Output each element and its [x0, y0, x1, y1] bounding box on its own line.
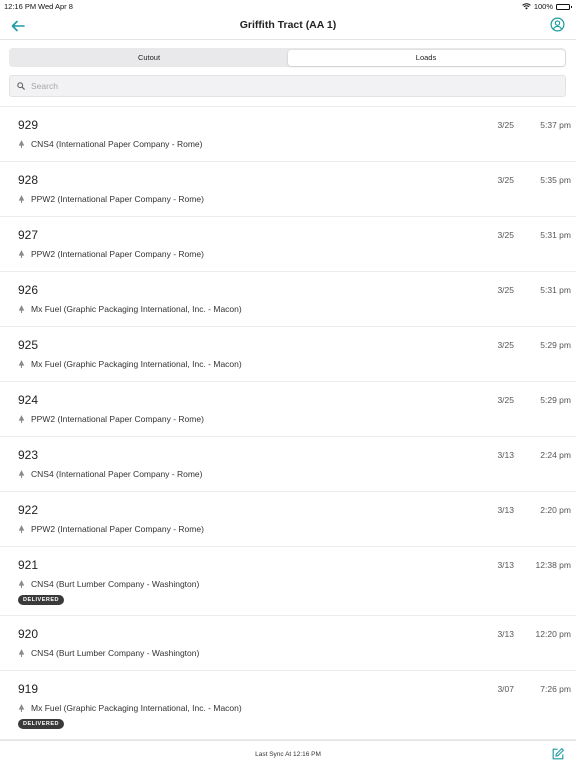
load-date: 3/13: [497, 629, 514, 639]
status-badge: DELIVERED: [18, 719, 64, 729]
wifi-icon: [522, 3, 531, 10]
search-icon: [17, 82, 25, 90]
load-row[interactable]: 920 3/13 12:20 pm CNS4 (Burt Lumber Company…: [0, 616, 576, 671]
search-bar: [9, 75, 566, 97]
load-product-label: CNS4 (Burt Lumber Company - Washington): [31, 579, 200, 589]
tree-icon: [18, 704, 25, 712]
load-product: PPW2 (International Paper Company - Rome…: [18, 524, 204, 534]
battery-percent: 100%: [533, 2, 553, 11]
load-time: 5:31 pm: [540, 230, 571, 240]
load-row[interactable]: 929 3/25 5:37 pm CNS4 (International Paper …: [0, 107, 576, 162]
status-time: 12:16 PM: [4, 2, 37, 11]
load-row[interactable]: 926 3/25 5:31 pm Mx Fuel (Graphic Packaging…: [0, 272, 576, 327]
load-product: Mx Fuel (Graphic Packaging International…: [18, 304, 242, 314]
load-product-label: Mx Fuel (Graphic Packaging International…: [31, 359, 242, 369]
load-number: 924: [18, 393, 39, 407]
load-product-label: PPW2 (International Paper Company - Rome…: [31, 414, 204, 424]
load-number: 922: [18, 503, 39, 517]
tab-loads[interactable]: Loads: [287, 49, 565, 66]
load-number: 921: [18, 558, 39, 572]
load-product-label: CNS4 (Burt Lumber Company - Washington): [31, 648, 200, 658]
battery-icon: [556, 3, 572, 10]
compose-icon[interactable]: [551, 747, 565, 761]
load-date: 3/25: [497, 120, 514, 130]
load-number: 928: [18, 173, 39, 187]
load-date: 3/25: [497, 230, 514, 240]
load-product: CNS4 (International Paper Company - Rome…: [18, 469, 203, 479]
page-title: Griffith Tract (AA 1): [239, 19, 337, 31]
load-product: CNS4 (Burt Lumber Company - Washington): [18, 648, 199, 658]
load-product: PPW2 (International Paper Company - Rome…: [18, 414, 204, 424]
load-time: 12:38 pm: [535, 560, 571, 570]
load-product: PPW2 (International Paper Company - Rome…: [18, 249, 204, 259]
load-number: 927: [18, 228, 39, 242]
load-number: 919: [18, 682, 39, 696]
load-row[interactable]: 927 3/25 5:31 pm PPW2 (International Paper …: [0, 217, 576, 272]
load-date: 3/25: [497, 175, 514, 185]
tree-icon: [18, 195, 25, 203]
load-time: 5:29 pm: [540, 395, 571, 405]
load-number: 923: [18, 448, 39, 462]
load-time: 7:26 pm: [540, 684, 571, 694]
load-time: 5:35 pm: [540, 175, 571, 185]
status-date: Wed Apr 8: [38, 2, 73, 11]
load-time: 2:20 pm: [540, 505, 571, 515]
load-row[interactable]: 923 3/13 2:24 pm CNS4 (International Paper …: [0, 437, 576, 492]
status-bar: 12:16 PM Wed Apr 8 100%: [0, 0, 576, 12]
tree-icon: [18, 525, 25, 533]
tree-icon: [18, 649, 25, 657]
load-date: 3/25: [497, 395, 514, 405]
load-date: 3/25: [497, 340, 514, 350]
load-row[interactable]: 924 3/25 5:29 pm PPW2 (International Paper …: [0, 382, 576, 437]
load-product-label: PPW2 (International Paper Company - Rome…: [31, 194, 204, 204]
load-product-label: PPW2 (International Paper Company - Rome…: [31, 524, 204, 534]
load-row[interactable]: 925 3/25 5:29 pm Mx Fuel (Graphic Packaging…: [0, 327, 576, 382]
load-date: 3/25: [497, 285, 514, 295]
status-right: 100%: [522, 2, 572, 11]
load-number: 920: [18, 627, 39, 641]
load-date: 3/07: [497, 684, 514, 694]
tree-icon: [18, 580, 25, 588]
status-badge: DELIVERED: [18, 595, 64, 605]
tab-cutout[interactable]: Cutout: [11, 50, 288, 66]
load-product: CNS4 (International Paper Company - Rome…: [18, 139, 203, 149]
load-time: 12:20 pm: [535, 629, 571, 639]
load-product-label: PPW2 (International Paper Company - Rome…: [31, 249, 204, 259]
load-product: Mx Fuel (Graphic Packaging International…: [18, 703, 242, 713]
footer-bar: Last Sync At 12:16 PM: [0, 740, 576, 768]
search-input[interactable]: [31, 81, 551, 91]
loads-list: 929 3/25 5:37 pm CNS4 (International Paper …: [0, 106, 576, 740]
load-product-label: Mx Fuel (Graphic Packaging International…: [31, 703, 242, 713]
tree-icon: [18, 360, 25, 368]
load-date: 3/13: [497, 450, 514, 460]
load-number: 926: [18, 283, 39, 297]
load-row[interactable]: 919 3/07 7:26 pm Mx Fuel (Graphic Packaging…: [0, 671, 576, 740]
load-product: CNS4 (Burt Lumber Company - Washington): [18, 579, 199, 589]
load-product-label: CNS4 (International Paper Company - Rome…: [31, 139, 203, 149]
load-time: 2:24 pm: [540, 450, 571, 460]
load-time: 5:37 pm: [540, 120, 571, 130]
load-product: PPW2 (International Paper Company - Rome…: [18, 194, 204, 204]
tree-icon: [18, 250, 25, 258]
tree-icon: [18, 470, 25, 478]
load-row[interactable]: 928 3/25 5:35 pm PPW2 (International Paper …: [0, 162, 576, 217]
load-number: 925: [18, 338, 39, 352]
last-sync-text: Last Sync At 12:16 PM: [255, 751, 321, 758]
load-product-label: CNS4 (International Paper Company - Rome…: [31, 469, 203, 479]
nav-bar: Griffith Tract (AA 1): [0, 12, 576, 40]
tree-icon: [18, 305, 25, 313]
load-date: 3/13: [497, 560, 514, 570]
load-number: 929: [18, 118, 39, 132]
load-row[interactable]: 922 3/13 2:20 pm PPW2 (International Paper …: [0, 492, 576, 547]
tree-icon: [18, 140, 25, 148]
load-row[interactable]: 921 3/13 12:38 pm CNS4 (Burt Lumber Company…: [0, 547, 576, 616]
load-product: Mx Fuel (Graphic Packaging International…: [18, 359, 242, 369]
account-icon[interactable]: [550, 17, 565, 32]
segmented-control: Cutout Loads: [9, 48, 566, 67]
load-product-label: Mx Fuel (Graphic Packaging International…: [31, 304, 242, 314]
load-time: 5:31 pm: [540, 285, 571, 295]
load-date: 3/13: [497, 505, 514, 515]
load-time: 5:29 pm: [540, 340, 571, 350]
tree-icon: [18, 415, 25, 423]
